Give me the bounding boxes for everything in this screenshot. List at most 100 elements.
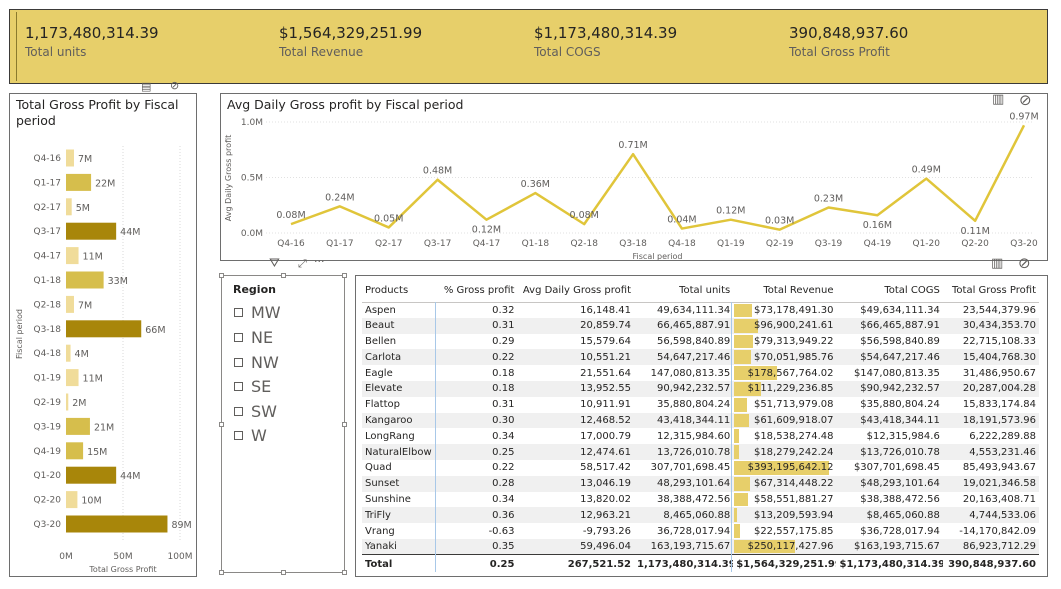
cell-total-cogs: $54,647,217.46 <box>836 349 943 366</box>
resize-handle[interactable] <box>219 422 224 427</box>
column-header-total-revenue[interactable]: Total Revenue <box>733 280 837 303</box>
table-row[interactable]: Yanaki 0.35 59,496.04 163,193,715.67 $250,11… <box>362 538 1039 555</box>
slicer-item-ne[interactable]: NE <box>234 326 273 348</box>
table-row[interactable]: Sunset 0.28 13,046.19 48,293,101.64 $67,314,… <box>362 475 1039 492</box>
focus-mode-icon[interactable]: ▥ <box>991 256 1003 271</box>
column-header-total-units[interactable]: Total units <box>634 280 734 303</box>
cell-pct-gross-profit: 0.30 <box>435 412 518 429</box>
table-row[interactable]: NaturalElbow 0.25 12,474.61 13,726,010.78 $1… <box>362 444 1039 460</box>
resize-handle[interactable] <box>281 570 286 575</box>
table-row[interactable]: Bellen 0.29 15,579.64 56,598,840.89 $79,313,… <box>362 334 1039 350</box>
cell-product: Flattop <box>365 399 400 411</box>
cell-product: Sunset <box>362 475 436 492</box>
revenue-value: $18,538,274.48 <box>753 430 834 442</box>
cell-avg-daily-gross-profit: 59,496.04 <box>517 538 635 555</box>
total-label: Total <box>362 554 436 573</box>
slicer-item-w[interactable]: W <box>234 424 267 446</box>
revenue-data-bar <box>734 445 739 459</box>
resize-handle[interactable] <box>281 273 286 278</box>
y-tick-label: 0.5M <box>241 174 263 184</box>
resize-handle[interactable] <box>342 273 347 278</box>
bar-chart-visual[interactable]: Total Gross Profit by Fiscal period Q4-1… <box>9 93 197 577</box>
cell-total-units: 56,598,840.89 <box>657 335 731 347</box>
kpi-total-cogs[interactable]: $1,173,480,314.39 Total COGS <box>534 24 774 60</box>
table-row[interactable]: Carlota 0.22 10,551.21 54,647,217.46 $70,051… <box>362 349 1039 366</box>
table-row[interactable]: Beaut 0.31 20,859.74 66,465,887.91 $96,900,2… <box>362 317 1039 334</box>
filter-icon[interactable]: ⛛ <box>269 256 280 271</box>
expand-icon[interactable]: ⤢ <box>298 257 307 271</box>
more-options-icon[interactable]: ··· <box>314 255 325 268</box>
cell-total-gross-profit: 85,493,943.67 <box>962 462 1036 474</box>
revenue-value: $22,557,175.85 <box>753 525 834 537</box>
table-row[interactable]: TriFly 0.36 12,963.21 8,465,060.88 $13,209,5… <box>362 507 1039 524</box>
kpi-total-gross-profit[interactable]: 390,848,937.60 Total Gross Profit <box>789 24 1029 60</box>
checkbox[interactable] <box>234 307 243 317</box>
x-tick-label: Q3-18 <box>619 239 647 249</box>
data-label: 11M <box>83 252 103 263</box>
focus-mode-icon[interactable]: ▥ <box>992 92 1004 107</box>
checkbox[interactable] <box>234 332 243 342</box>
column-header-avg-daily-gross-profit[interactable]: Avg Daily Gross profit <box>517 280 635 303</box>
cell-avg-daily-gross-profit: 13,952.55 <box>517 380 635 397</box>
focus-mode-icon[interactable]: ▤ <box>141 80 151 93</box>
data-label: 5M <box>76 203 90 214</box>
column-header-total-gross-profit[interactable]: Total Gross Profit <box>942 280 1039 303</box>
revenue-value: $96,900,241.61 <box>753 320 834 332</box>
slicer-item-sw[interactable]: SW <box>234 400 277 422</box>
y-tick-label: Q4-19 <box>33 447 61 457</box>
resize-handle[interactable] <box>219 570 224 575</box>
data-label: 0.49M <box>912 165 941 176</box>
y-tick-label: Q3-18 <box>33 325 61 335</box>
kpi-total-revenue[interactable]: $1,564,329,251.99 Total Revenue <box>279 24 519 60</box>
table-row[interactable]: Quad 0.22 58,517.42 307,701,698.45 $393,195,… <box>362 460 1039 476</box>
column-header-pct-gross-profit[interactable]: % Gross profit <box>435 280 518 303</box>
bar-chart-svg: Q4-16 7M Q1-17 22M Q2-17 5M Q3-17 44M Q4-17 11M Q1… <box>15 146 192 574</box>
table-row[interactable]: Elevate 0.18 13,952.55 90,942,232.57 $111,22… <box>362 380 1039 397</box>
checkbox[interactable] <box>234 430 243 440</box>
resize-handle[interactable] <box>342 570 347 575</box>
table-row[interactable]: Flattop 0.31 10,911.91 35,880,804.24 $51,713… <box>362 397 1039 413</box>
region-slicer[interactable]: Region MW NE NW SE SW W <box>219 273 347 575</box>
line-chart-visual[interactable]: Avg Daily Gross profit by Fiscal period … <box>220 91 1048 261</box>
table-row[interactable]: Eagle 0.18 21,551.64 147,080,813.35 $178,567… <box>362 365 1039 381</box>
data-label: 0.08M <box>276 210 305 221</box>
table-row[interactable]: Aspen 0.32 16,148.41 49,634,111.34 $73,178,4… <box>362 302 1039 318</box>
cell-avg-daily-gross-profit: 10,911.91 <box>580 399 632 411</box>
table-row[interactable]: Sunshine 0.34 13,820.02 38,388,472.56 $58,55… <box>362 492 1039 508</box>
checkbox[interactable] <box>234 381 243 391</box>
cell-pct-gross-profit: 0.31 <box>435 317 518 334</box>
cell-pct-gross-profit: 0.31 <box>492 399 515 411</box>
slicer-item-nw[interactable]: NW <box>234 351 279 373</box>
cell-total-gross-profit: 20,287,004.28 <box>942 380 1039 397</box>
filter-disable-icon[interactable]: ⊘ <box>170 79 179 92</box>
resize-handle[interactable] <box>342 422 347 427</box>
slicer-item-mw[interactable]: MW <box>234 301 281 323</box>
table-row[interactable]: Kangaroo 0.30 12,468.52 43,418,344.11 $61,60… <box>362 412 1039 429</box>
filter-disable-icon[interactable]: ⊘ <box>1019 91 1032 109</box>
x-tick-label: Q4-18 <box>668 239 696 249</box>
products-table-visual[interactable]: Products % Gross profit Avg Daily Gross … <box>355 275 1048 577</box>
data-label: 4M <box>75 349 89 360</box>
slicer-item-se[interactable]: SE <box>234 375 271 397</box>
y-axis-title: Avg Daily Gross profit <box>224 135 233 222</box>
cell-total-gross-profit: 15,833,174.84 <box>962 399 1036 411</box>
table-row[interactable]: LongRang 0.34 17,000.79 12,315,984.60 $18,53… <box>362 428 1039 444</box>
total-revenue: $1,564,329,251.99 <box>733 554 837 573</box>
table-row[interactable]: Vrang -0.63 -9,793.26 36,728,017.94 $22,557,… <box>362 523 1039 539</box>
kpi-total-units[interactable]: 1,173,480,314.39 Total units <box>25 24 265 60</box>
cell-total-revenue: $393,195,642.12 <box>733 460 836 476</box>
cell-product: LongRang <box>365 430 415 442</box>
y-tick-label: Q2-17 <box>33 203 61 213</box>
column-header-total-cogs[interactable]: Total COGS <box>836 280 943 303</box>
filter-disable-icon[interactable]: ⊘ <box>1018 254 1031 272</box>
cell-pct-gross-profit: 0.36 <box>435 507 518 524</box>
revenue-data-bar <box>734 303 752 317</box>
checkbox[interactable] <box>234 406 243 416</box>
cell-total-cogs: $163,193,715.67 <box>836 538 943 555</box>
resize-handle[interactable] <box>219 273 224 278</box>
column-header-products[interactable]: Products <box>362 280 436 303</box>
cell-avg-daily-gross-profit: 16,148.41 <box>580 304 632 316</box>
y-tick-label: Q1-18 <box>33 276 61 286</box>
checkbox[interactable] <box>234 357 243 367</box>
cell-total-units: 38,388,472.56 <box>657 493 731 505</box>
